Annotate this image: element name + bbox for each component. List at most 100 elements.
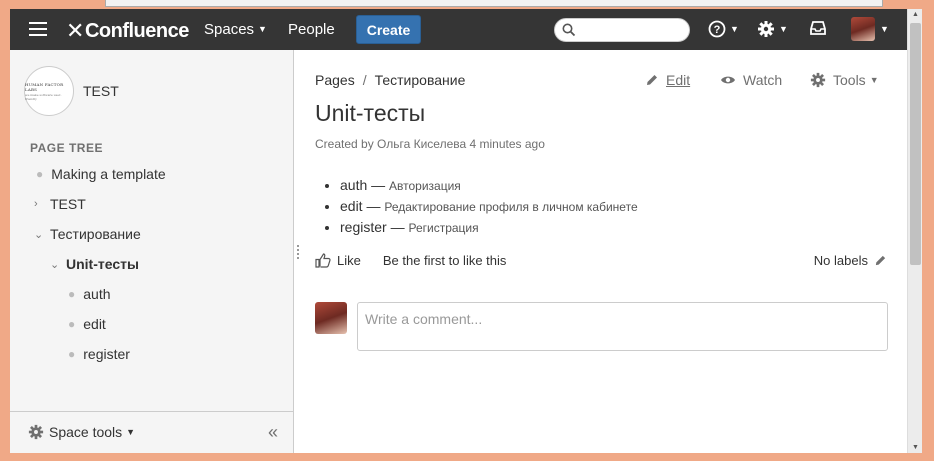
main-content: Pages / Тестирование Edit Watch Tools ▼ … xyxy=(295,50,907,453)
breadcrumb: Pages / Тестирование xyxy=(315,72,465,88)
space-name-link[interactable]: TEST xyxy=(83,83,119,99)
dash-separator: — xyxy=(362,198,385,214)
scroll-up-icon[interactable]: ▲ xyxy=(912,11,919,18)
app-header: ✕ Confluence Spaces▼ People Create ? ▼ xyxy=(10,9,907,50)
bullet-icon: ● xyxy=(68,347,76,361)
space-logo-text: HUMAN FACTOR LABS xyxy=(25,81,64,92)
svg-text:?: ? xyxy=(714,24,721,36)
eye-icon xyxy=(721,76,735,84)
caret-down-icon: ▼ xyxy=(779,24,788,34)
space-logo[interactable]: HUMAN FACTOR LABS we make software user-… xyxy=(24,66,74,116)
search-icon xyxy=(562,23,576,37)
breadcrumb-separator: / xyxy=(362,72,367,88)
chevron-right-icon[interactable]: › xyxy=(34,198,42,210)
tree-item-label: TEST xyxy=(50,196,86,212)
child-page-link[interactable]: auth xyxy=(340,177,367,193)
space-tools-menu[interactable]: Space tools ▼ xyxy=(28,424,135,440)
chevron-down-icon[interactable]: ⌄ xyxy=(34,228,43,241)
tree-item-label: register xyxy=(83,346,130,362)
space-logo-tagline: we make software user-friendly xyxy=(25,92,62,101)
tools-label: Tools xyxy=(833,72,866,88)
dash-separator: — xyxy=(367,177,390,193)
no-labels-text: No labels xyxy=(813,253,868,268)
dash-separator: — xyxy=(386,219,409,235)
tree-item-label: Тестирование xyxy=(50,226,141,242)
breadcrumb-pages[interactable]: Pages xyxy=(315,72,355,88)
scroll-down-icon[interactable]: ▼ xyxy=(912,444,919,451)
people-link[interactable]: People xyxy=(288,21,335,38)
tree-item-making-a-template[interactable]: ● Making a template xyxy=(36,166,166,182)
commenter-avatar[interactable] xyxy=(315,302,347,334)
like-button[interactable]: Like xyxy=(315,253,361,268)
bullet-icon: ● xyxy=(36,167,44,181)
tree-item-unit-tests[interactable]: ⌄ Unit-тесты xyxy=(50,256,139,272)
create-button[interactable]: Create xyxy=(356,15,421,44)
edit-label: Edit xyxy=(666,72,691,88)
tree-item-testirovanie[interactable]: ⌄ Тестирование xyxy=(34,226,141,242)
caret-down-icon: ▼ xyxy=(258,24,267,34)
browser-window: ✕ Confluence Spaces▼ People Create ? ▼ xyxy=(10,9,922,453)
bullet-icon: ● xyxy=(68,287,76,301)
spaces-label: Spaces xyxy=(204,21,255,38)
people-label: People xyxy=(288,21,335,38)
spaces-menu[interactable]: Spaces ▼ xyxy=(204,21,267,38)
list-item: auth — Авторизация xyxy=(340,175,638,196)
child-pages-list: auth — Авторизация edit — Редактирование… xyxy=(340,175,638,238)
confluence-logo[interactable]: ✕ Confluence xyxy=(66,18,189,44)
create-label: Create xyxy=(366,21,411,38)
watch-label: Watch xyxy=(743,72,783,88)
notifications-button[interactable] xyxy=(809,20,827,36)
logo-text: Confluence xyxy=(84,19,189,42)
caret-down-icon: ▼ xyxy=(880,24,889,34)
help-icon: ? xyxy=(708,20,726,38)
page-metadata: Created by Ольга Киселева 4 minutes ago xyxy=(315,137,545,151)
scroll-thumb[interactable] xyxy=(910,23,921,265)
menu-icon[interactable] xyxy=(29,22,47,37)
comment-input[interactable] xyxy=(357,302,888,351)
child-page-link[interactable]: edit xyxy=(340,198,363,214)
sidebar-footer: Space tools ▼ « xyxy=(10,411,293,453)
list-item: register — Регистрация xyxy=(340,217,638,238)
space-tools-label: Space tools xyxy=(49,424,123,440)
child-page-description: Регистрация xyxy=(408,221,479,235)
sidebar: HUMAN FACTOR LABS we make software user-… xyxy=(10,50,294,453)
breadcrumb-parent[interactable]: Тестирование xyxy=(375,72,466,88)
list-item: edit — Редактирование профиля в личном к… xyxy=(340,196,638,217)
caret-down-icon: ▼ xyxy=(869,75,879,85)
user-avatar[interactable] xyxy=(851,17,875,41)
like-label: Like xyxy=(337,253,361,268)
tree-item-label: auth xyxy=(83,286,111,302)
tree-item-edit[interactable]: ● edit xyxy=(68,316,106,332)
settings-menu[interactable]: ▼ xyxy=(757,20,788,38)
browser-tab-strip xyxy=(105,0,883,7)
child-page-description: Авторизация xyxy=(389,179,461,193)
pencil-icon[interactable] xyxy=(874,254,887,267)
tree-item-test[interactable]: › TEST xyxy=(34,196,86,212)
tree-item-label: Making a template xyxy=(51,166,166,182)
thumbs-up-icon xyxy=(315,253,331,268)
caret-down-icon: ▼ xyxy=(730,24,739,34)
gear-icon xyxy=(810,72,826,88)
pencil-icon xyxy=(647,75,657,85)
chevron-down-icon[interactable]: ⌄ xyxy=(50,258,59,271)
bullet-icon: ● xyxy=(68,317,76,331)
child-page-description: Редактирование профиля в личном кабинете xyxy=(384,200,638,214)
like-row: Like Be the first to like this xyxy=(315,253,506,268)
gear-icon xyxy=(758,21,774,37)
child-page-link[interactable]: register xyxy=(340,219,387,235)
like-prompt: Be the first to like this xyxy=(382,253,507,268)
collapse-sidebar-button[interactable]: « xyxy=(268,422,278,443)
edit-button[interactable]: Edit xyxy=(645,72,690,88)
watch-button[interactable]: Watch xyxy=(720,72,782,88)
search-input[interactable] xyxy=(554,18,690,42)
page-title: Unit-тесты xyxy=(315,100,426,126)
confluence-x-icon: ✕ xyxy=(66,18,84,43)
tools-menu[interactable]: Tools ▼ xyxy=(810,72,879,88)
help-menu[interactable]: ? ▼ xyxy=(708,20,739,38)
tree-item-register[interactable]: ● register xyxy=(68,346,130,362)
vertical-scrollbar[interactable]: ▲ ▼ xyxy=(907,9,922,453)
labels-section: No labels xyxy=(814,253,887,268)
tree-item-auth[interactable]: ● auth xyxy=(68,286,111,302)
inbox-icon xyxy=(810,21,826,35)
gear-icon xyxy=(28,424,44,440)
